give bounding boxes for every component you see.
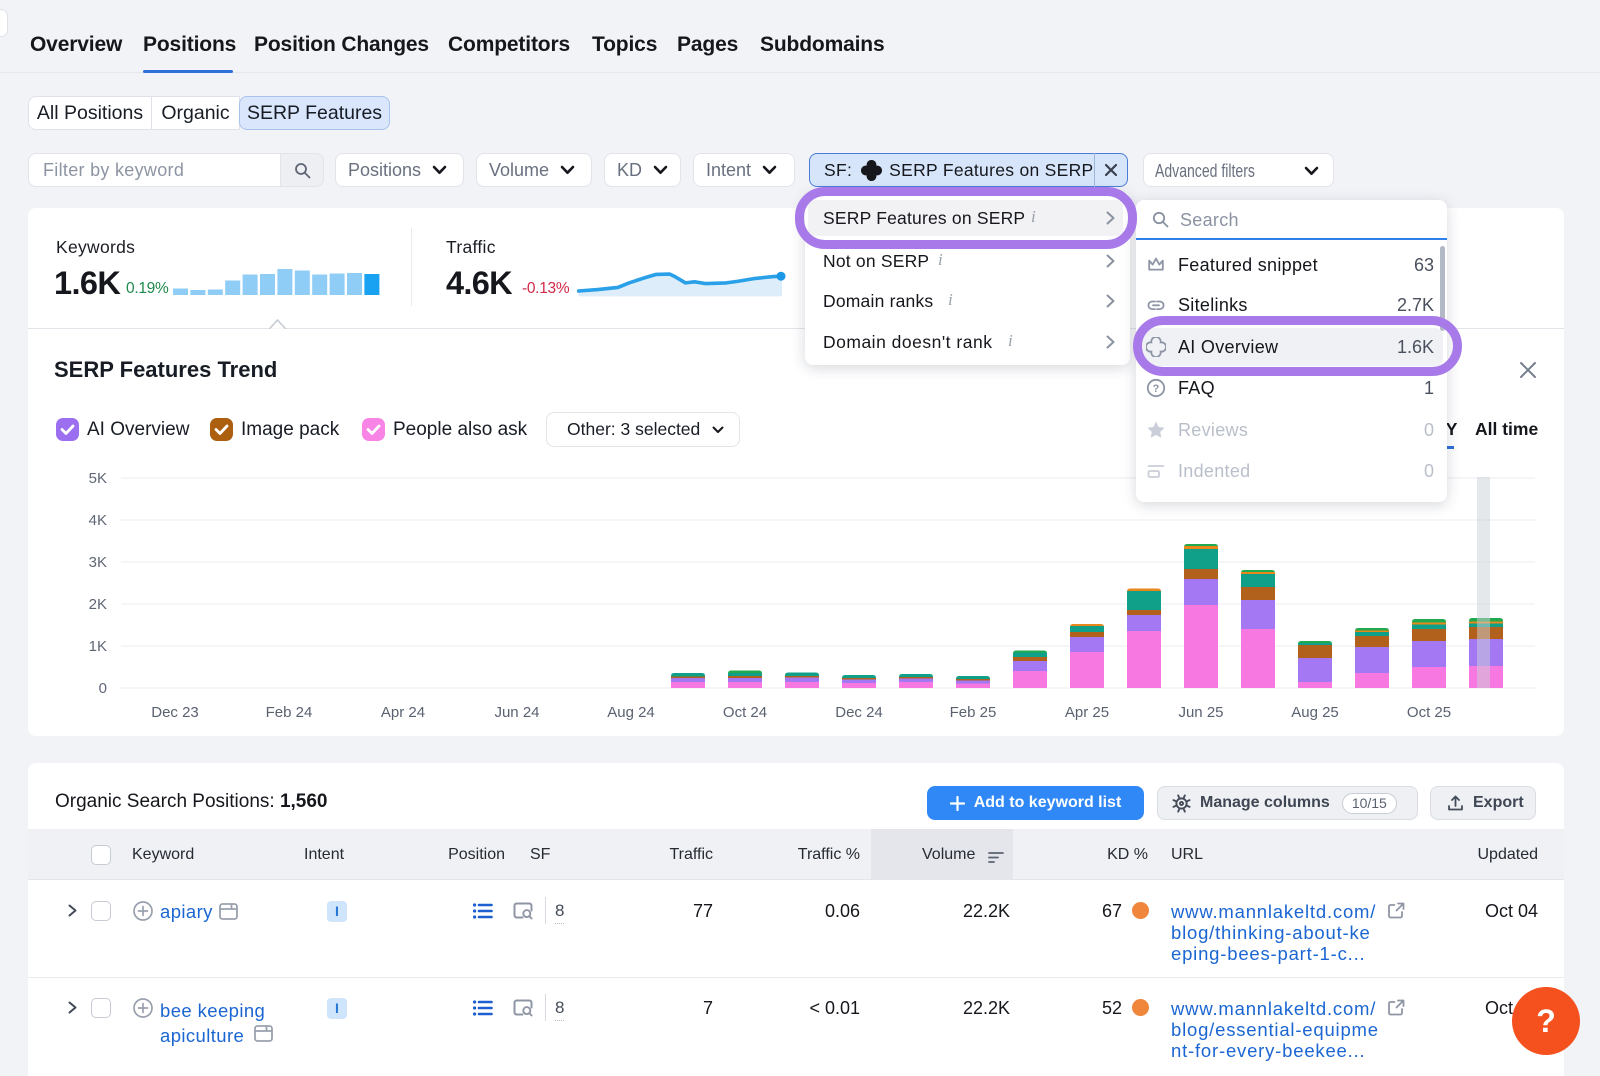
svg-text:?: ? [1153, 383, 1160, 395]
svg-text:1K: 1K [89, 638, 107, 655]
svg-text:Aug 24: Aug 24 [607, 704, 655, 721]
svg-text:Jun 24: Jun 24 [494, 704, 539, 721]
svg-text:Aug 25: Aug 25 [1291, 704, 1339, 721]
svg-text:4K: 4K [89, 512, 107, 529]
svg-text:Oct 24: Oct 24 [723, 704, 767, 721]
svg-text:0: 0 [99, 680, 107, 697]
svg-text:Feb 24: Feb 24 [266, 704, 313, 721]
svg-text:Oct 25: Oct 25 [1407, 704, 1451, 721]
svg-text:Feb 25: Feb 25 [950, 704, 997, 721]
svg-text:2K: 2K [89, 596, 107, 613]
svg-text:5K: 5K [89, 470, 107, 487]
svg-text:Jun 25: Jun 25 [1178, 704, 1223, 721]
svg-text:Dec 24: Dec 24 [835, 704, 883, 721]
svg-text:3K: 3K [89, 554, 107, 571]
svg-text:Dec 23: Dec 23 [151, 704, 199, 721]
svg-text:Apr 24: Apr 24 [381, 704, 425, 721]
svg-text:Apr 25: Apr 25 [1065, 704, 1109, 721]
